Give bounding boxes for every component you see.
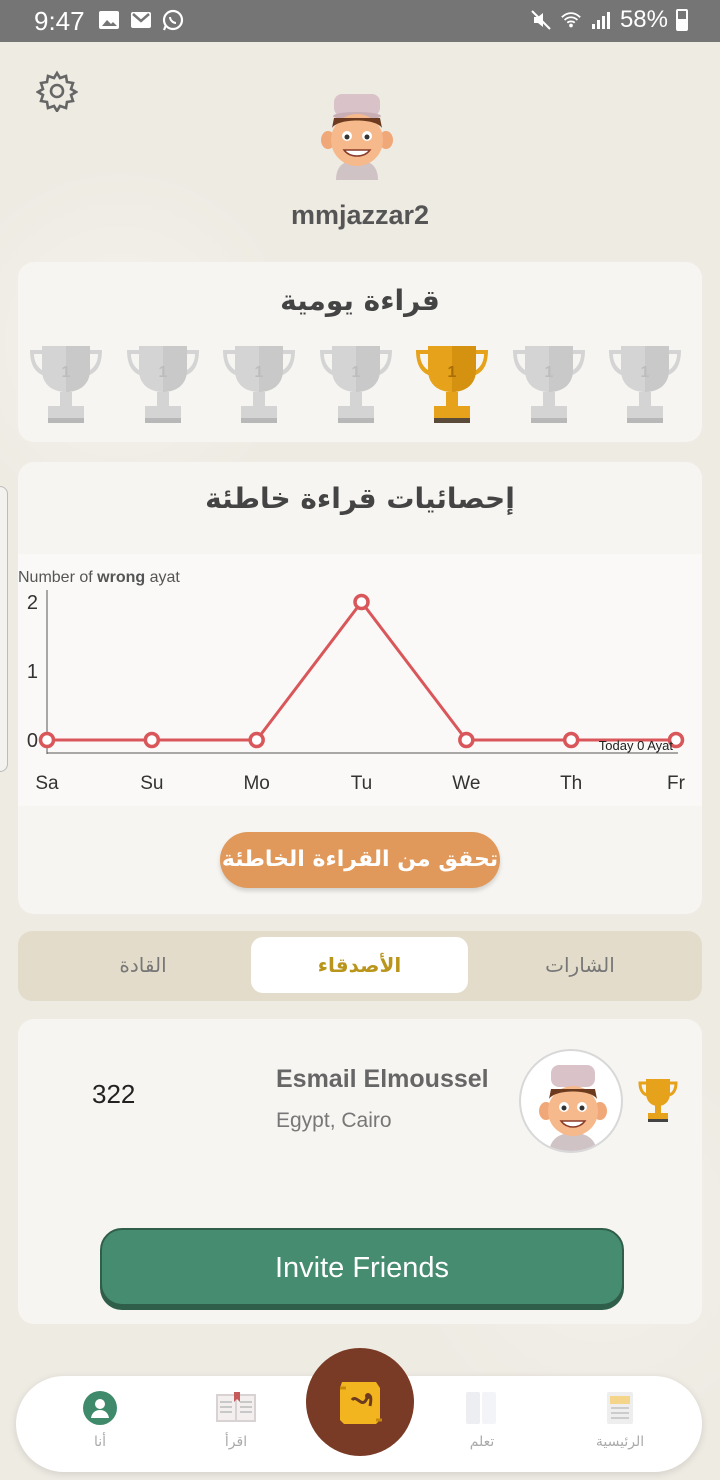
nav-learn-label: تعلم	[469, 1434, 495, 1450]
trophy-row: 1 1 1 1 1 1 1	[26, 344, 702, 426]
gallery-icon	[99, 11, 119, 29]
series-line	[47, 599, 676, 742]
friend-location: Egypt, Cairo	[276, 1109, 392, 1132]
trophy-label: 1	[255, 364, 264, 381]
status-bar: 9:47 58%	[0, 0, 720, 42]
check-wrong-reading-button[interactable]: تحقق من القراءة الخاطئة	[220, 832, 500, 888]
home-card-icon	[607, 1392, 633, 1424]
daily-trophy-icon: 1	[319, 346, 392, 423]
trophy-label: 1	[544, 364, 553, 381]
x-tick-label: Su	[140, 773, 163, 794]
nav-center-button[interactable]	[306, 1348, 414, 1456]
y-tick-label: 0	[27, 730, 38, 752]
open-book-icon	[216, 1392, 256, 1422]
friend-avatar-image	[539, 1065, 607, 1151]
nav-home[interactable]: الرئيسية	[570, 1390, 670, 1450]
tab-leaders[interactable]: القادة	[78, 937, 208, 993]
x-tick-label: Sa	[35, 773, 59, 794]
friend-trophy-icon	[638, 1079, 678, 1122]
friend-name[interactable]: Esmail Elmoussel	[276, 1065, 489, 1094]
daily-trophy-icon: 1	[126, 346, 199, 423]
invite-friends-button[interactable]: Invite Friends	[100, 1228, 624, 1306]
y-tick-label: 2	[27, 592, 38, 614]
nav-me-label: أنا	[93, 1434, 107, 1450]
mute-icon	[531, 10, 551, 30]
friends-card: 322 Esmail Elmoussel Egypt, Cairo Invite…	[18, 1019, 702, 1324]
daily-trophy-icon: 1	[223, 346, 295, 423]
x-tick-label: Fr	[667, 773, 686, 794]
whatsapp-icon	[162, 9, 184, 31]
nav-learn[interactable]: تعلم	[432, 1390, 532, 1450]
data-point[interactable]	[38, 731, 56, 749]
bottom-navigation: أنا اقرأ تعلم الرئيسية	[16, 1348, 702, 1472]
daily-trophy-icon: 1	[609, 346, 681, 423]
chart-annotation: Today 0 Ayat	[599, 738, 674, 753]
nav-read-label: اقرأ	[224, 1434, 248, 1450]
learn-cards-icon	[466, 1392, 496, 1424]
daily-reading-card: قراءة يومية 1 1 1 1 1 1 1	[18, 262, 702, 442]
battery-icon	[676, 9, 688, 31]
profile-username: mmjazzar2	[290, 200, 430, 230]
daily-reading-title: قراءة يومية	[280, 284, 440, 317]
side-drawer-handle[interactable]	[0, 486, 8, 772]
daily-trophy-icon: 1	[512, 346, 585, 423]
scroll-icon	[340, 1382, 382, 1424]
wrong-ayat-chart: Number of wrong ayat 012 Sa Su Mo Tu We Th Fr …	[18, 554, 702, 806]
daily-trophy-icon: 1	[30, 346, 102, 423]
data-point[interactable]	[143, 731, 161, 749]
wrong-reading-stats-card: إحصائيات قراءة خاطئة Number of wrong aya…	[18, 462, 702, 914]
stats-title: إحصائيات قراءة خاطئة	[205, 482, 515, 515]
daily-trophy-icon: 1	[416, 346, 488, 423]
trophy-label: 1	[351, 364, 360, 381]
signal-icon	[591, 12, 610, 29]
data-point[interactable]	[458, 731, 475, 749]
user-profile-icon	[83, 1391, 117, 1425]
trophy-label: 1	[448, 364, 457, 381]
wifi-icon	[561, 12, 581, 28]
status-time: 9:47	[34, 6, 85, 36]
data-point[interactable]	[562, 731, 580, 749]
nav-home-label: الرئيسية	[595, 1434, 645, 1450]
chart-svg: Number of wrong ayat 012 Sa Su Mo Tu We Th Fr …	[18, 569, 686, 794]
data-point[interactable]	[248, 731, 265, 749]
tab-badges[interactable]: الشارات	[510, 937, 650, 993]
battery-percent: 58%	[619, 6, 668, 33]
chart-ylabel: Number of wrong ayat	[18, 569, 180, 586]
friend-score: 322	[92, 1079, 136, 1109]
friend-avatar[interactable]	[519, 1049, 623, 1153]
social-tabs: القادة الأصدقاء الشارات	[18, 931, 702, 1001]
nav-me[interactable]: أنا	[50, 1390, 150, 1450]
gmail-icon	[131, 12, 151, 28]
settings-gear-icon[interactable]	[36, 70, 78, 112]
x-tick-label: We	[452, 773, 480, 794]
tab-friends[interactable]: الأصدقاء	[251, 937, 468, 993]
y-tick-label: 1	[27, 661, 38, 683]
x-tick-label: Tu	[351, 773, 372, 794]
nav-read[interactable]: اقرأ	[186, 1390, 286, 1450]
x-tick-label: Th	[560, 773, 582, 794]
trophy-label: 1	[158, 364, 167, 381]
trophy-label: 1	[62, 364, 71, 381]
trophy-label: 1	[641, 364, 650, 381]
x-tick-label: Mo	[243, 773, 269, 794]
user-avatar[interactable]	[318, 92, 396, 186]
data-point[interactable]	[353, 593, 370, 611]
